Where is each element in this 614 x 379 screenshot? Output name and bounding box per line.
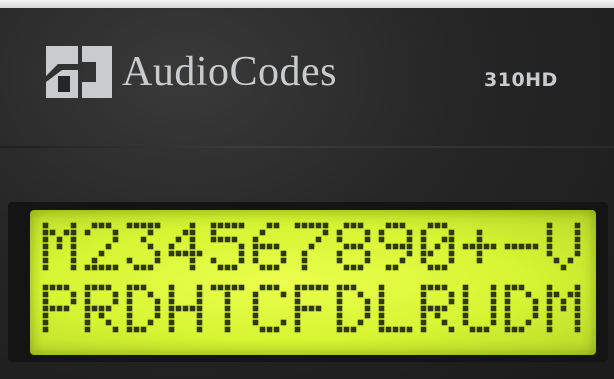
lcd-character — [294, 222, 329, 271]
lcd-character — [42, 222, 77, 271]
lcd-character — [168, 222, 203, 271]
lcd-character — [336, 284, 371, 333]
lcd-character — [210, 222, 245, 271]
lcd-character — [210, 284, 245, 333]
lcd-dot-matrix — [42, 222, 581, 271]
lcd-character — [84, 222, 119, 271]
lcd-character — [252, 222, 287, 271]
lcd-dot-matrix — [42, 284, 581, 333]
lcd-character — [126, 222, 161, 271]
phone-housing: AudioCodes 310HD — [0, 0, 614, 379]
model-number: 310HD — [484, 69, 558, 91]
lcd-character — [420, 284, 455, 333]
lcd-display — [30, 210, 596, 355]
lcd-character — [504, 284, 539, 333]
lcd-character — [294, 284, 329, 333]
lcd-character — [378, 222, 413, 271]
lcd-character — [252, 284, 287, 333]
lcd-character — [462, 229, 497, 264]
brand-name: AudioCodes — [122, 49, 337, 95]
lcd-line-1 — [42, 222, 582, 282]
lcd-character — [504, 243, 539, 250]
lcd-character — [546, 284, 581, 333]
audiocodes-logo-icon — [46, 46, 112, 98]
bezel-divider — [0, 146, 614, 148]
lcd-line-2 — [42, 284, 582, 344]
lcd-character — [420, 222, 455, 271]
lcd-character — [42, 284, 77, 333]
lcd-character — [462, 284, 497, 333]
lcd-character — [336, 222, 371, 271]
photo-top-edge — [0, 0, 614, 8]
lcd-character — [546, 222, 581, 271]
lcd-character — [126, 284, 161, 333]
lcd-character — [168, 284, 203, 333]
lcd-character — [84, 284, 119, 333]
lcd-character — [378, 284, 413, 333]
